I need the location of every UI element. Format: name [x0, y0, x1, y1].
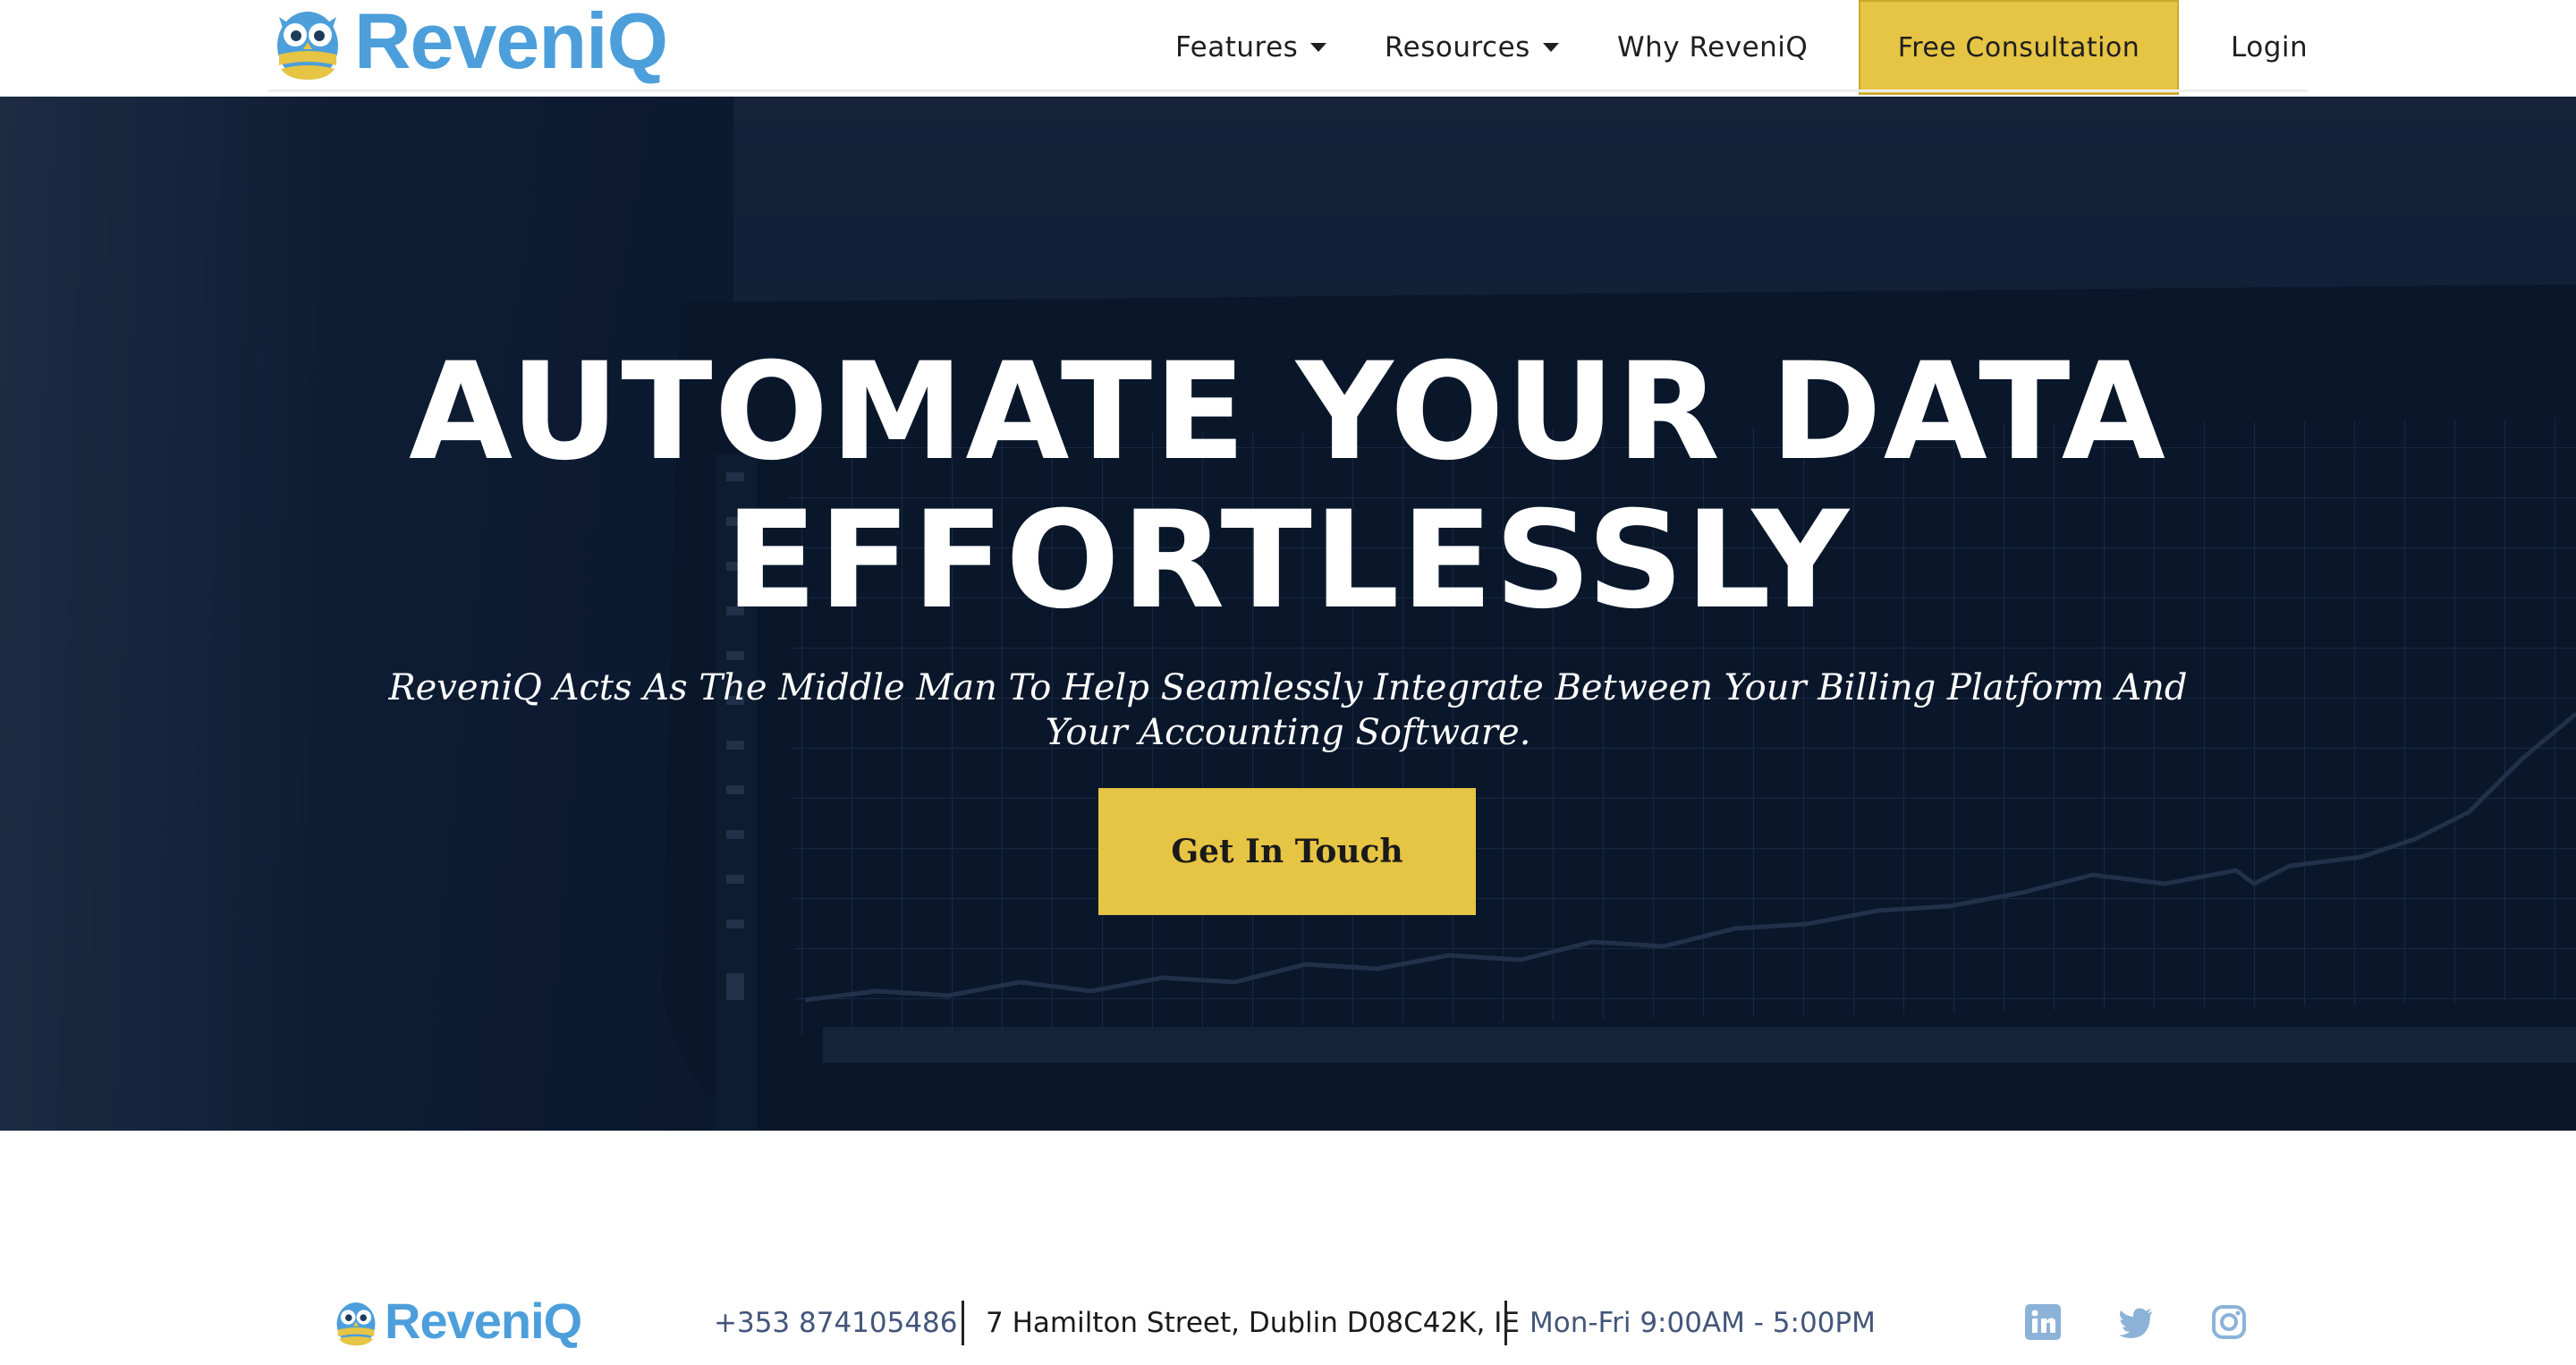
get-in-touch-button[interactable]: Get In Touch: [1098, 788, 1476, 915]
twitter-icon[interactable]: [2118, 1304, 2154, 1340]
footer-logo[interactable]: ReveniQ: [335, 1292, 582, 1351]
linkedin-icon[interactable]: [2025, 1304, 2061, 1340]
footer-wordmark: ReveniQ: [385, 1293, 582, 1349]
footer-phone[interactable]: +353 874105486: [714, 1304, 958, 1342]
free-consultation-button[interactable]: Free Consultation: [1859, 0, 2179, 95]
chevron-down-icon: [1542, 43, 1559, 52]
brand-wordmark: ReveniQ: [354, 0, 668, 85]
nav-resources[interactable]: Resources: [1385, 0, 1559, 95]
nav-why-reveniq[interactable]: Why ReveniQ: [1617, 0, 1808, 95]
hero-title: AUTOMATE YOUR DATA EFFORTLESSLY: [304, 338, 2272, 635]
hero-title-line-1: AUTOMATE YOUR DATA: [409, 335, 2167, 490]
footer-separator: [1504, 1301, 1507, 1345]
instagram-icon[interactable]: [2211, 1304, 2247, 1340]
nav-why-reveniq-label: Why ReveniQ: [1617, 31, 1809, 64]
owl-logo-icon: [277, 12, 338, 80]
header-divider: [268, 89, 2308, 92]
hero-title-line-2: EFFORTLESSLY: [724, 483, 1852, 639]
brand-logo[interactable]: ReveniQ: [274, 0, 668, 85]
footer-address: 7 Hamilton Street, Dublin D08C42K, IE: [986, 1307, 1520, 1339]
hero-subtitle: ReveniQ Acts As The Middle Man To Help S…: [388, 667, 2188, 753]
chevron-down-icon: [1310, 43, 1327, 52]
nav-resources-label: Resources: [1385, 31, 1530, 64]
site-footer: ReveniQ +353 874105486 7 Hamilton Street…: [0, 1131, 2576, 1365]
nav-features-label: Features: [1175, 31, 1299, 64]
footer-hours: Mon-Fri 9:00AM - 5:00PM: [1530, 1307, 1876, 1339]
nav-features[interactable]: Features: [1175, 0, 1327, 95]
owl-logo-icon: [336, 1302, 376, 1346]
footer-separator: [962, 1301, 964, 1345]
site-header: ReveniQ Features Resources Why ReveniQ F…: [0, 0, 2576, 97]
hero-section: AUTOMATE YOUR DATA EFFORTLESSLY ReveniQ …: [0, 97, 2576, 1131]
login-link[interactable]: Login: [2231, 0, 2308, 95]
